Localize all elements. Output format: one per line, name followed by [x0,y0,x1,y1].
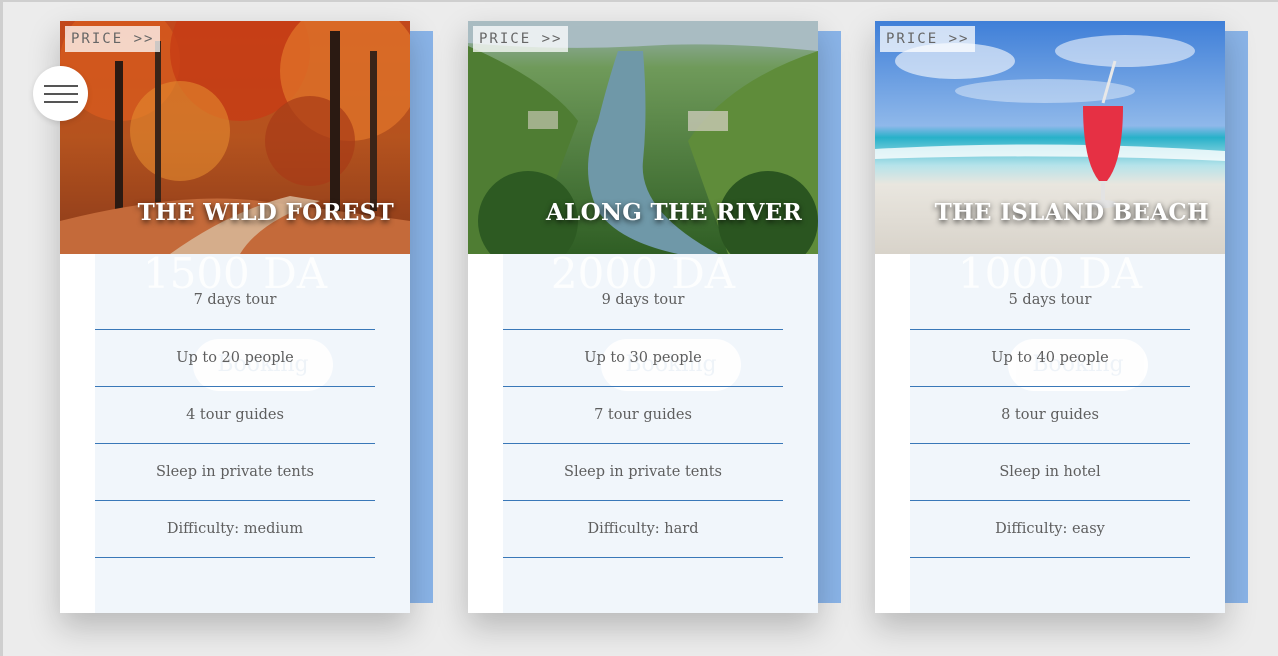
detail-guides: 4 tour guides [95,387,375,444]
tour-card-beach[interactable]: 1000 DA Booking THE ISLAND BEACH PRICE >… [875,21,1248,613]
tour-details-list: 5 days tour Up to 40 people 8 tour guide… [910,290,1190,558]
detail-group-size: Up to 30 people [503,330,783,387]
card-front: 1000 DA Booking THE ISLAND BEACH PRICE >… [875,21,1225,613]
hamburger-menu-icon [43,84,78,87]
tour-details-list: 7 days tour Up to 20 people 4 tour guide… [95,290,375,558]
detail-accommodation: Sleep in hotel [910,444,1190,501]
tour-card-river[interactable]: 2000 DA Booking ALONG THE RIVER PRICE >>… [468,21,841,613]
card-title: THE WILD FOREST [137,199,394,226]
tour-details-list: 9 days tour Up to 30 people 7 tour guide… [503,290,783,558]
detail-duration: 5 days tour [910,290,1190,330]
detail-group-size: Up to 20 people [95,330,375,387]
detail-group-size: Up to 40 people [910,330,1190,387]
detail-accommodation: Sleep in private tents [503,444,783,501]
detail-duration: 9 days tour [503,290,783,330]
detail-duration: 7 days tour [95,290,375,330]
detail-difficulty: Difficulty: easy [910,501,1190,558]
card-front: 2000 DA Booking ALONG THE RIVER PRICE >>… [468,21,818,613]
tour-card-forest[interactable]: 1500 DA Booking THE WILD FOREST PRICE >>… [60,21,433,613]
detail-guides: 7 tour guides [503,387,783,444]
price-tag[interactable]: PRICE >> [65,26,161,52]
menu-button[interactable] [33,66,88,121]
price-tag[interactable]: PRICE >> [473,26,569,52]
detail-difficulty: Difficulty: hard [503,501,783,558]
detail-guides: 8 tour guides [910,387,1190,444]
detail-accommodation: Sleep in private tents [95,444,375,501]
card-front: 1500 DA Booking THE WILD FOREST PRICE >>… [60,21,410,613]
detail-difficulty: Difficulty: medium [95,501,375,558]
card-title: THE ISLAND BEACH [934,199,1209,226]
card-title: ALONG THE RIVER [546,199,802,226]
price-tag[interactable]: PRICE >> [880,26,976,52]
